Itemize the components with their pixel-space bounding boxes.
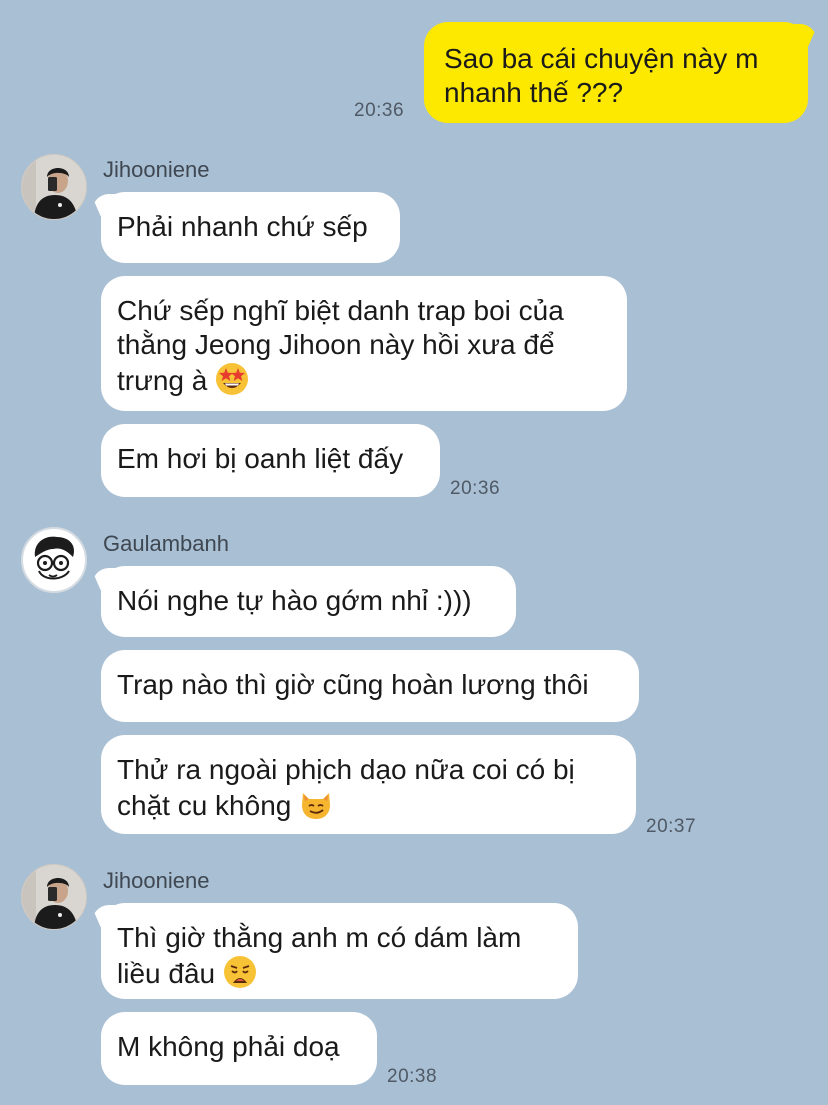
message-text: Chứ sếp nghĩ biệt danh trap boi của — [117, 295, 564, 326]
incoming-message-bubble[interactable]: Chứ sếp nghĩ biệt danh trap boi của thằn… — [101, 276, 627, 411]
person-photo-icon — [22, 155, 86, 219]
incoming-message-bubble[interactable]: Trap nào thì giờ cũng hoàn lương thôi — [101, 650, 639, 722]
sender-name: Gaulambanh — [103, 531, 229, 556]
message-text: thằng Jeong Jihoon này hồi xưa để — [117, 329, 555, 360]
timestamp: 20:36 — [354, 100, 405, 121]
avatar-jihooniene[interactable] — [21, 154, 87, 220]
message-text: M không phải doạ — [117, 1031, 340, 1062]
timestamp: 20:36 — [450, 478, 501, 499]
timestamp: 20:37 — [646, 816, 697, 837]
incoming-message-bubble[interactable]: Em hơi bị oanh liệt đấy — [101, 424, 440, 497]
incoming-message-bubble[interactable]: Nói nghe tự hào gớm nhỉ :))) — [101, 566, 516, 637]
sender-name: Jihooniene — [103, 868, 210, 893]
sender-name: Jihooniene — [103, 157, 210, 182]
message-text: Sao ba cái chuyện này m — [444, 43, 759, 74]
message-text: Phải nhanh chứ sếp — [117, 211, 368, 242]
person-photo-icon — [22, 865, 86, 929]
message-text: Trap nào thì giờ cũng hoàn lương thôi — [117, 669, 589, 700]
incoming-message-bubble[interactable]: M không phải doạ — [101, 1012, 377, 1085]
avatar-gaulambanh[interactable] — [21, 527, 87, 593]
outgoing-message-bubble[interactable]: Sao ba cái chuyện này m nhanh thế ??? — [424, 22, 808, 123]
timestamp: 20:38 — [387, 1066, 438, 1087]
smirking-cat-emoji-icon — [299, 787, 333, 829]
message-text: nhanh thế ??? — [444, 77, 624, 108]
message-text: Em hơi bị oanh liệt đấy — [117, 443, 404, 474]
message-text: liều đâu — [117, 958, 216, 989]
incoming-message-bubble[interactable]: Thử ra ngoài phịch dạo nữa coi có bị chặ… — [101, 735, 636, 834]
message-text: chặt cu không — [117, 790, 292, 821]
cartoon-face-icon — [34, 536, 75, 580]
star-struck-emoji-icon — [215, 362, 249, 404]
message-text: Thì giờ thằng anh m có dám làm — [117, 922, 522, 953]
message-text: trưng à — [117, 365, 208, 396]
message-text: Nói nghe tự hào gớm nhỉ :))) — [117, 585, 472, 616]
avatar-jihooniene[interactable] — [21, 864, 87, 930]
weary-face-emoji-icon — [223, 955, 257, 997]
message-text: Thử ra ngoài phịch dạo nữa coi có bị — [117, 754, 575, 785]
incoming-message-bubble[interactable]: Phải nhanh chứ sếp — [101, 192, 400, 263]
incoming-message-bubble[interactable]: Thì giờ thằng anh m có dám làm liều đâu — [101, 903, 578, 999]
